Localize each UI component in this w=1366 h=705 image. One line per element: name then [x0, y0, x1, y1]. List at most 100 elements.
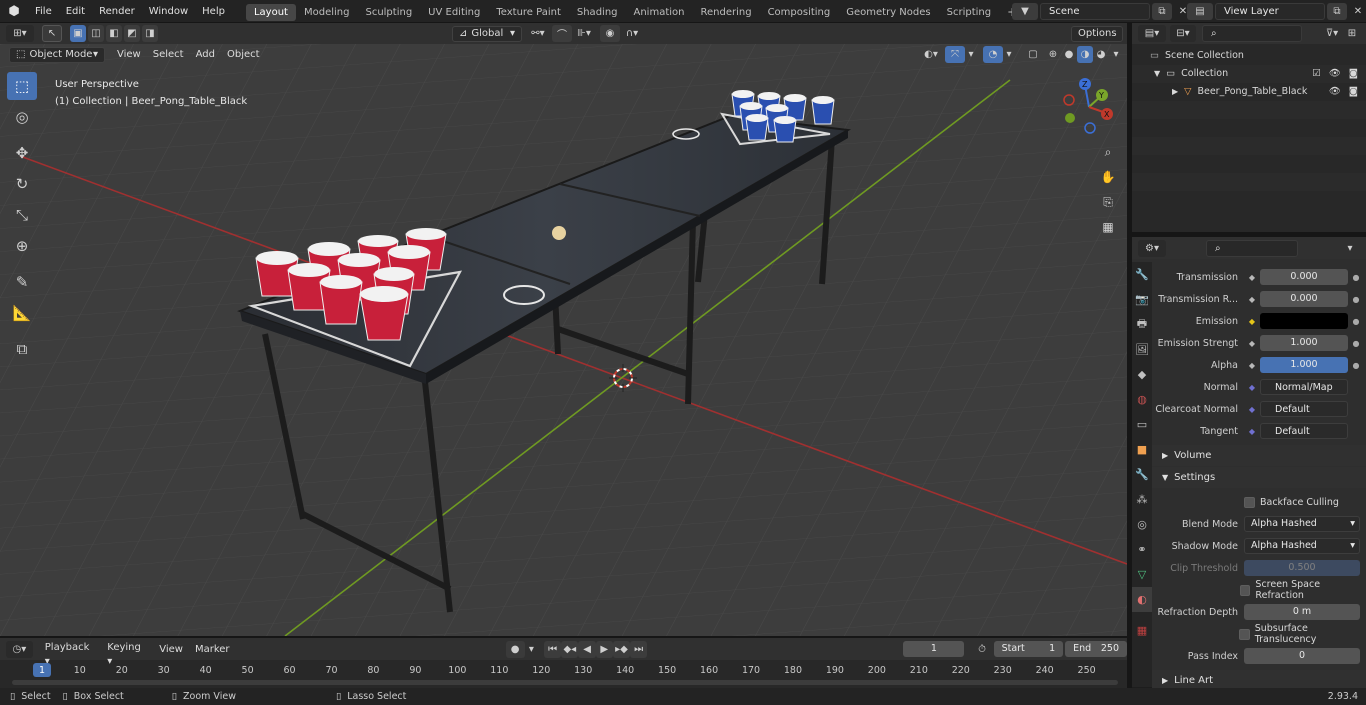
tab-compositing[interactable]: Compositing	[760, 4, 839, 21]
properties-editor-type-icon[interactable]: ⚙▾	[1138, 239, 1166, 257]
shading-rendered-icon[interactable]: ◕	[1093, 46, 1109, 63]
orientation-dropdown[interactable]: ⊿ Global ▾	[452, 25, 522, 42]
pivot-point-icon[interactable]: ⚯▾	[528, 25, 548, 42]
tab-texture-paint[interactable]: Texture Paint	[488, 4, 569, 21]
annotate-tool-icon[interactable]: ✎	[7, 268, 37, 296]
timeline-scrollbar[interactable]	[12, 680, 1118, 685]
shading-solid-icon[interactable]: ●	[1061, 46, 1077, 63]
tab-uv-editing[interactable]: UV Editing	[420, 4, 488, 21]
collection-tab-icon[interactable]: ▭	[1132, 412, 1152, 437]
menu-help[interactable]: Help	[195, 0, 232, 23]
value-socket-icon[interactable]: ◆	[1244, 361, 1260, 370]
tab-layout[interactable]: Layout	[245, 4, 296, 21]
navigation-gizmo[interactable]: Z Y X	[1058, 76, 1120, 138]
eye-icon[interactable]: 👁	[1329, 65, 1341, 83]
menu-select[interactable]: Select	[147, 44, 190, 65]
outliner-row-scene-collection[interactable]: ▭ Scene Collection	[1132, 47, 1366, 65]
property-value-field[interactable]: 1.000	[1260, 357, 1348, 373]
current-frame-field[interactable]: 1	[903, 641, 965, 657]
zoom-icon[interactable]: ⌕	[1096, 141, 1120, 163]
gizmo-icon[interactable]: ⤧	[945, 46, 965, 63]
property-value-field[interactable]: 0.000	[1260, 291, 1348, 307]
play-icon[interactable]: ▶	[595, 640, 613, 658]
checkbox-icon[interactable]: ☑	[1312, 65, 1321, 83]
record-icon[interactable]: ●	[505, 640, 525, 658]
color-socket-icon[interactable]: ◆	[1244, 317, 1260, 326]
camera-icon[interactable]: ◙	[1349, 65, 1358, 83]
delete-view-layer-icon[interactable]: ✕	[1348, 3, 1366, 20]
transform-tool-icon[interactable]: ⊕	[7, 232, 37, 260]
pan-hand-icon[interactable]: ✋	[1096, 166, 1120, 188]
proportional-edit-icon[interactable]: ◉	[600, 25, 620, 42]
copy-scene-icon[interactable]: ⧉	[1152, 3, 1172, 20]
jump-start-icon[interactable]: ⏮	[544, 640, 562, 658]
perspective-toggle-icon[interactable]: ▦	[1096, 216, 1120, 238]
new-collection-icon[interactable]: ⊞	[1342, 25, 1362, 42]
backface-culling-checkbox[interactable]	[1244, 496, 1255, 508]
tab-animation[interactable]: Animation	[626, 4, 693, 21]
overlay-dropdown-icon[interactable]: ▾	[1003, 46, 1015, 63]
keyframe-dot-icon[interactable]: ●	[1348, 273, 1364, 282]
property-value-field[interactable]	[1260, 313, 1348, 329]
filter-icon[interactable]: ⊽▾	[1322, 25, 1342, 42]
property-value-field[interactable]: 0.000	[1260, 269, 1348, 285]
start-frame-field[interactable]: Start 1	[993, 641, 1064, 657]
select-extend-icon[interactable]: ◫	[88, 25, 104, 42]
menu-object[interactable]: Object	[221, 44, 266, 65]
jump-keyframe-forward-icon[interactable]: ▸◆	[612, 640, 631, 658]
outliner-search-input[interactable]: ⌕	[1202, 25, 1302, 42]
add-cube-tool-icon[interactable]: ⧉	[7, 335, 37, 363]
camera-icon[interactable]: ◙	[1349, 83, 1358, 101]
editor-type-icon[interactable]: ⊞▾	[6, 25, 34, 42]
data-tab-icon[interactable]: ▽	[1132, 562, 1152, 587]
menu-add[interactable]: Add	[190, 44, 221, 65]
tab-rendering[interactable]: Rendering	[692, 4, 759, 21]
select-tool-icon[interactable]: ↖	[42, 25, 62, 42]
record-options-icon[interactable]: ▾	[525, 641, 538, 658]
outliner-row-object[interactable]: ▶ ▽ Beer_Pong_Table_Black 👁 ◙	[1132, 83, 1366, 101]
camera-view-icon[interactable]: ⎘	[1096, 191, 1120, 213]
world-tab-icon[interactable]: ◍	[1132, 387, 1152, 412]
select-invert-icon[interactable]: ◩	[124, 25, 140, 42]
volume-panel-header[interactable]: ▶ Volume	[1152, 445, 1366, 466]
viewport-scene[interactable]	[0, 44, 1127, 636]
tool-tab-icon[interactable]: 🔧	[1132, 262, 1152, 287]
blend-mode-dropdown[interactable]: Alpha Hashed ▾	[1244, 516, 1360, 532]
vector-socket-icon[interactable]: ◆	[1244, 383, 1260, 392]
pass-index-field[interactable]: 0	[1244, 648, 1360, 664]
select-box-tool-icon[interactable]: ⬚	[7, 72, 37, 100]
tab-scripting[interactable]: Scripting	[939, 4, 999, 21]
value-socket-icon[interactable]: ◆	[1244, 295, 1260, 304]
play-reverse-icon[interactable]: ◀	[578, 640, 596, 658]
select-subtract-icon[interactable]: ◧	[106, 25, 122, 42]
menu-edit[interactable]: Edit	[59, 0, 92, 23]
select-new-icon[interactable]: ▣	[70, 25, 86, 42]
snap-target-icon[interactable]: ⊪▾	[574, 25, 594, 42]
view-layer-field[interactable]: View Layer	[1215, 3, 1325, 20]
xray-icon[interactable]: ▢	[1023, 46, 1043, 63]
property-value-field[interactable]: 1.000	[1260, 335, 1348, 351]
jump-end-icon[interactable]: ⏭	[630, 640, 648, 658]
vector-socket-icon[interactable]: ◆	[1244, 427, 1260, 436]
shading-material-icon[interactable]: ◑	[1077, 46, 1093, 63]
mode-dropdown[interactable]: ⬚ Object Mode ▾	[9, 46, 105, 63]
keyframe-dot-icon[interactable]: ●	[1348, 295, 1364, 304]
scene-name-field[interactable]: Scene	[1040, 3, 1150, 20]
properties-options-icon[interactable]: ▾	[1340, 240, 1360, 257]
timeline-view-menu[interactable]: View	[153, 639, 189, 660]
copy-view-layer-icon[interactable]: ⧉	[1327, 3, 1347, 20]
timeline-marker-menu[interactable]: Marker	[189, 639, 236, 660]
outliner-row-collection[interactable]: ▼ ▭ Collection ☑ 👁 ◙	[1132, 65, 1366, 83]
property-value-field[interactable]: Normal/Map	[1260, 379, 1348, 395]
expand-arrow-icon[interactable]: ▶	[1172, 83, 1178, 101]
keyframe-dot-icon[interactable]: ●	[1348, 361, 1364, 370]
keying-menu[interactable]: Keying ▾	[101, 641, 153, 667]
shading-wireframe-icon[interactable]: ⊕	[1045, 46, 1061, 63]
playback-menu[interactable]: Playback ▾	[39, 641, 102, 667]
falloff-icon[interactable]: ∩▾	[622, 25, 642, 42]
preview-range-icon[interactable]: ⏱	[972, 641, 991, 658]
measure-tool-icon[interactable]: 📐	[7, 299, 37, 327]
menu-file[interactable]: File	[28, 0, 59, 23]
modifier-tab-icon[interactable]: 🔧	[1132, 462, 1152, 487]
options-dropdown[interactable]: Options ▾	[1071, 25, 1123, 53]
